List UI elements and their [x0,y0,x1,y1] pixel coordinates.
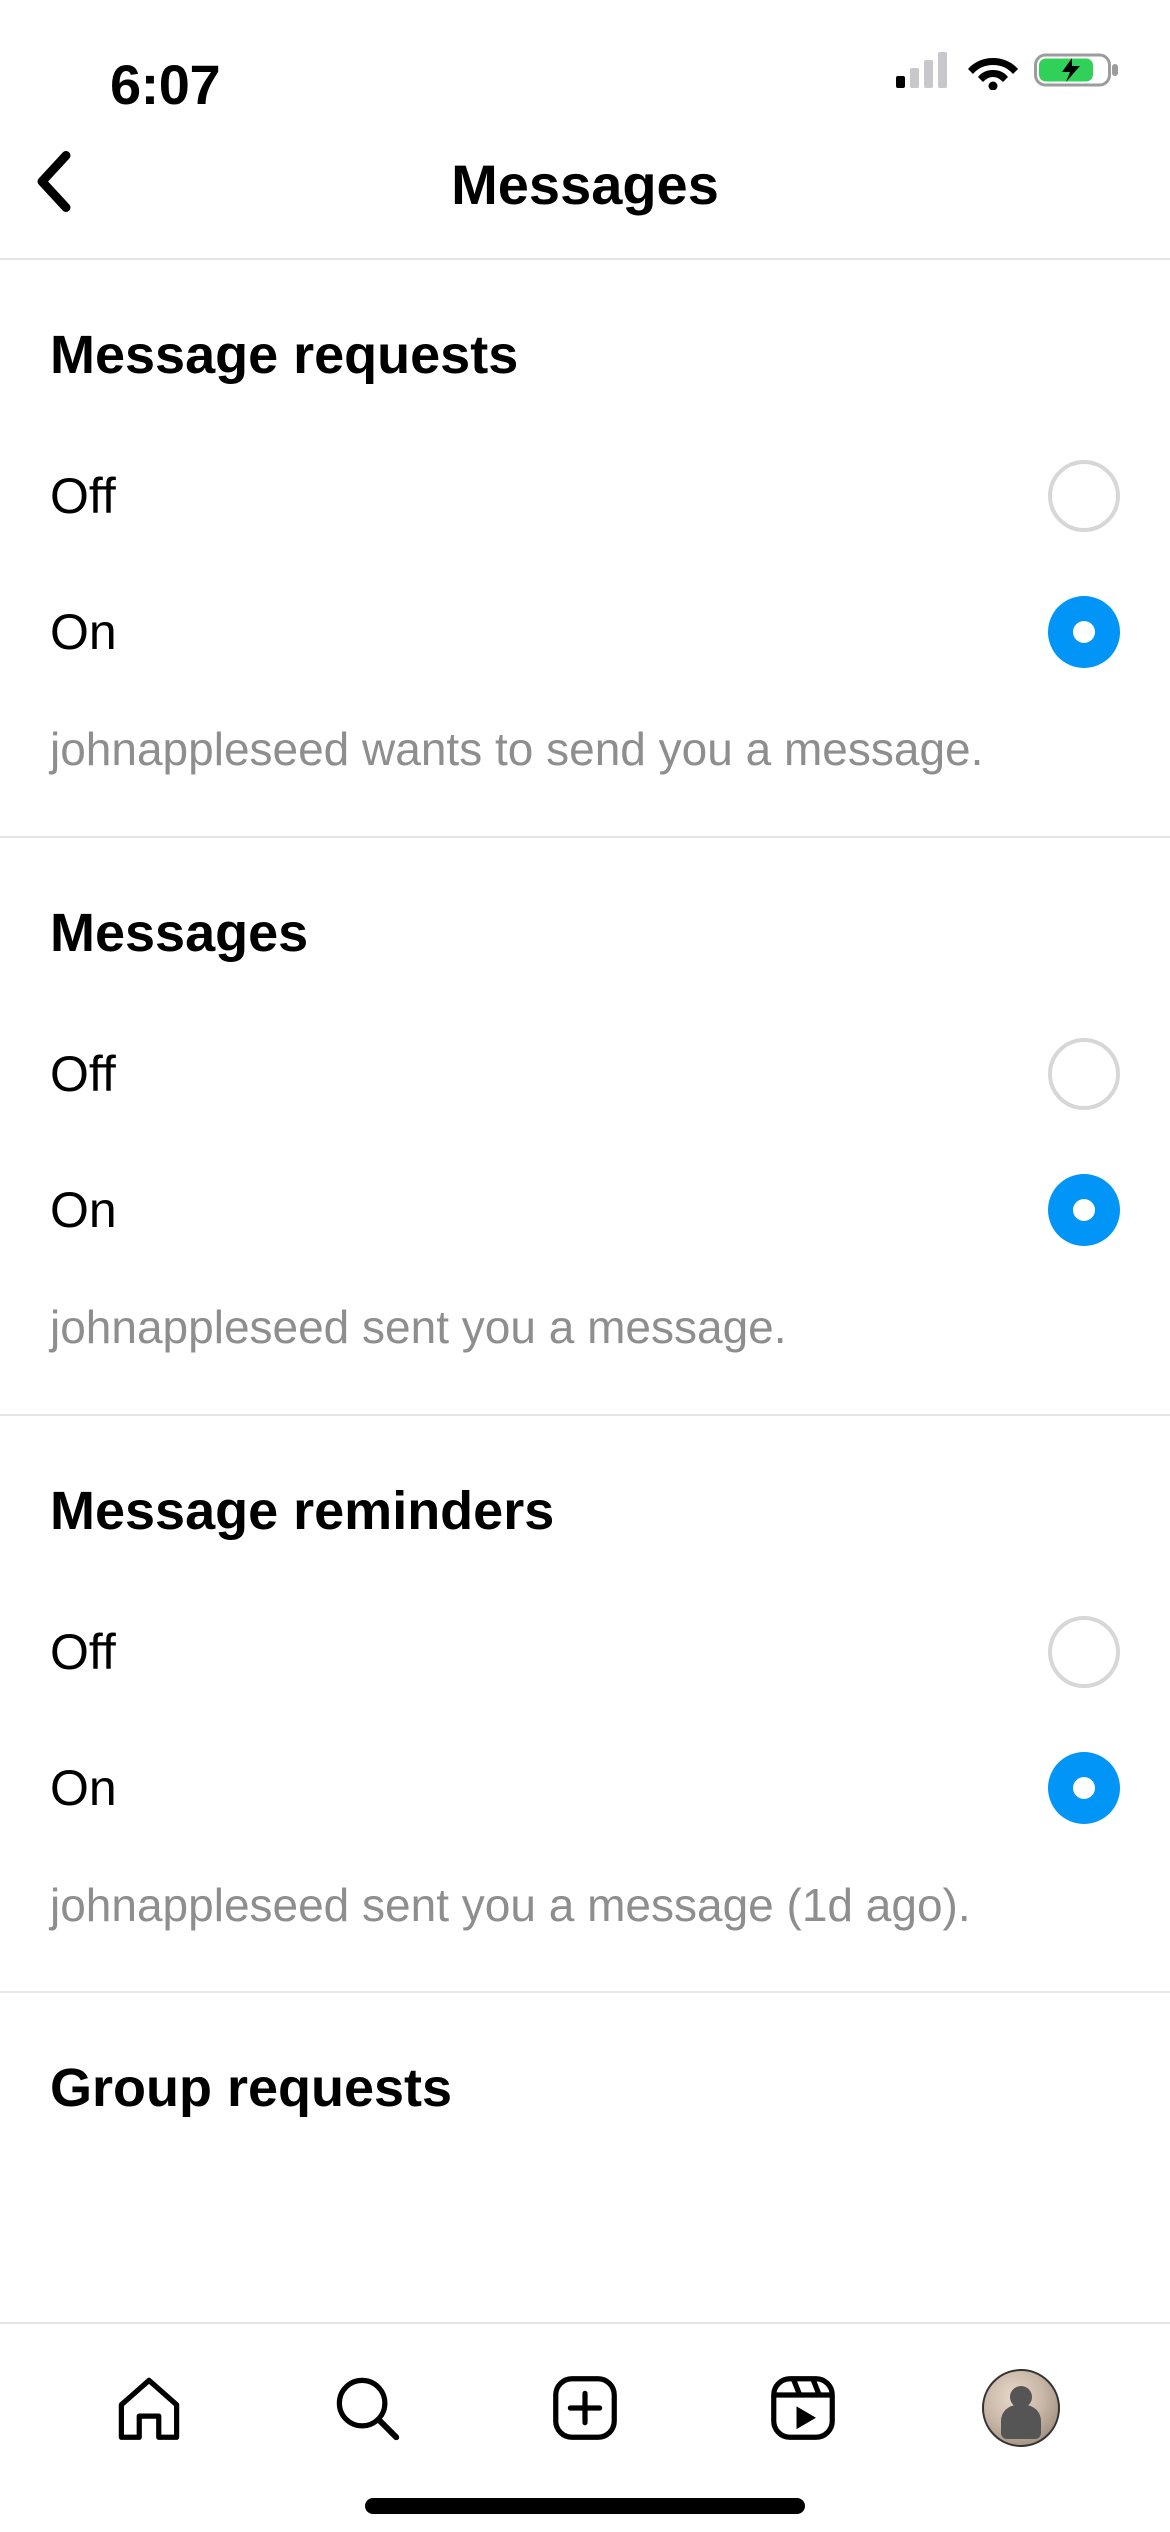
section-messages: Messages Off On johnappleseed sent you a… [0,838,1170,1416]
plus-square-icon [546,2369,624,2447]
option-label: Off [50,1623,116,1681]
back-button[interactable] [30,146,78,223]
section-title: Message reminders [50,1416,1120,1552]
reels-icon [764,2369,842,2447]
option-row-on[interactable]: On [50,1688,1120,1824]
home-icon [110,2369,188,2447]
content: Message requests Off On johnappleseed wa… [0,260,1170,2322]
section-title: Message requests [50,260,1120,396]
radio-on[interactable] [1048,1752,1120,1824]
option-row-off[interactable]: Off [50,396,1120,532]
battery-charging-icon [1034,50,1120,90]
radio-off[interactable] [1048,1038,1120,1110]
radio-on[interactable] [1048,596,1120,668]
wifi-icon [966,50,1020,90]
status-bar: 6:07 [0,0,1170,110]
option-row-off[interactable]: Off [50,974,1120,1110]
tab-new-post[interactable] [540,2363,630,2453]
section-desc: johnappleseed wants to send you a messag… [50,668,1120,780]
option-row-on[interactable]: On [50,532,1120,668]
section-group-requests: Group requests [0,1993,1170,2129]
page-title: Messages [451,152,719,217]
status-time: 6:07 [110,52,220,117]
option-label: On [50,1759,117,1817]
section-message-requests: Message requests Off On johnappleseed wa… [0,260,1170,838]
section-title: Messages [50,838,1120,974]
section-desc: johnappleseed sent you a message. [50,1246,1120,1358]
option-row-on[interactable]: On [50,1110,1120,1246]
nav-bar: Messages [0,110,1170,260]
section-message-reminders: Message reminders Off On johnappleseed s… [0,1416,1170,1994]
status-right [896,50,1120,90]
option-label: On [50,1181,117,1239]
radio-off[interactable] [1048,1616,1120,1688]
section-title: Group requests [50,1993,1120,2129]
radio-on[interactable] [1048,1174,1120,1246]
tab-home[interactable] [104,2363,194,2453]
avatar [982,2369,1060,2447]
tab-reels[interactable] [758,2363,848,2453]
tab-bar [0,2322,1170,2492]
chevron-left-icon [30,146,78,218]
home-indicator [365,2498,805,2514]
tab-profile[interactable] [976,2363,1066,2453]
tab-search[interactable] [322,2363,412,2453]
option-label: On [50,603,117,661]
radio-off[interactable] [1048,460,1120,532]
option-label: Off [50,467,116,525]
search-icon [328,2369,406,2447]
section-desc: johnappleseed sent you a message (1d ago… [50,1824,1120,1936]
option-label: Off [50,1045,116,1103]
option-row-off[interactable]: Off [50,1552,1120,1688]
signal-icon [896,52,952,88]
